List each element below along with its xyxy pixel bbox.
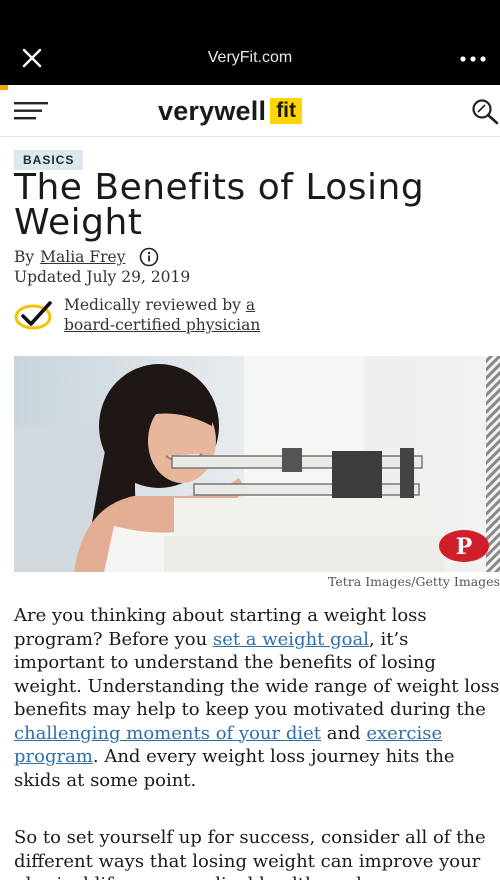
medical-review: Medically reviewed by a board-certified …: [14, 296, 354, 340]
checkmark-badge-icon: [14, 301, 52, 330]
logo-badge: fit: [270, 98, 303, 124]
review-text: Medically reviewed by a: [64, 296, 256, 314]
info-icon[interactable]: [139, 247, 159, 267]
browser-top-bar: VeryFit.com: [0, 0, 500, 85]
review-link-a[interactable]: a: [246, 296, 255, 314]
site-logo[interactable]: verywell fit: [158, 95, 303, 127]
search-icon[interactable]: [470, 97, 500, 125]
more-dots-icon[interactable]: [458, 50, 488, 66]
image-credit: Tetra Images/Getty Images: [328, 574, 500, 589]
reviewer-link[interactable]: board-certified physician: [64, 316, 260, 334]
intro-paragraph: Are you thinking about starting a weight…: [14, 605, 500, 791]
by-label: By: [14, 248, 35, 266]
article-title: The Benefits of Losing Weight: [14, 167, 425, 243]
challenging-moments-link[interactable]: challenging moments of your diet: [14, 723, 321, 744]
svg-text:P: P: [456, 534, 473, 560]
hamburger-menu-icon[interactable]: [14, 101, 48, 121]
byline: By Malia Frey: [14, 247, 159, 267]
logo-word: verywell: [158, 95, 267, 126]
updated-date: Updated July 29, 2019: [14, 268, 191, 286]
hero-image: [14, 356, 500, 572]
second-paragraph: So to set yourself up for success, consi…: [14, 827, 486, 880]
site-domain: VeryFit.com: [207, 49, 293, 66]
author-link[interactable]: Malia Frey: [40, 248, 125, 266]
site-header: verywell fit: [0, 85, 500, 137]
pinterest-icon[interactable]: P: [438, 529, 490, 563]
set-weight-goal-link[interactable]: set a weight goal: [213, 629, 369, 650]
reading-progress-bar: [0, 85, 8, 90]
